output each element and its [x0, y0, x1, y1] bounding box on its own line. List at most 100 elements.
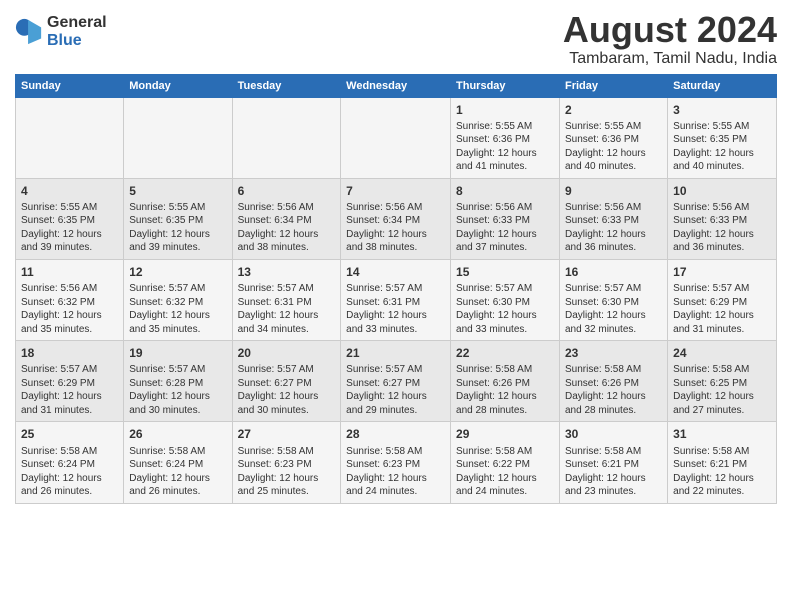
day-info: Sunrise: 5:57 AM Sunset: 6:29 PM Dayligh…: [21, 363, 118, 417]
day-number: 27: [238, 426, 336, 442]
calendar-cell: [232, 97, 341, 178]
day-info: Sunrise: 5:58 AM Sunset: 6:26 PM Dayligh…: [565, 363, 662, 417]
logo: General Blue: [15, 14, 107, 49]
calendar-cell: 18 Sunrise: 5:57 AM Sunset: 6:29 PM Dayli…: [16, 341, 124, 422]
calendar-cell: 24 Sunrise: 5:58 AM Sunset: 6:25 PM Dayli…: [668, 341, 777, 422]
day-info: Sunrise: 5:57 AM Sunset: 6:32 PM Dayligh…: [129, 282, 226, 336]
calendar-cell: 21 Sunrise: 5:57 AM Sunset: 6:27 PM Dayli…: [341, 341, 451, 422]
calendar-cell: 6 Sunrise: 5:56 AM Sunset: 6:34 PM Daylig…: [232, 178, 341, 259]
day-number: 23: [565, 345, 662, 361]
day-number: 10: [673, 183, 771, 199]
header-day-monday: Monday: [124, 74, 232, 97]
day-info: Sunrise: 5:56 AM Sunset: 6:34 PM Dayligh…: [238, 201, 336, 255]
calendar-cell: 13Sunrise: 5:57 AM Sunset: 6:31 PM Dayli…: [232, 259, 341, 340]
location-subtitle: Tambaram, Tamil Nadu, India: [563, 50, 777, 68]
day-info: Sunrise: 5:58 AM Sunset: 6:24 PM Dayligh…: [129, 445, 226, 499]
day-number: 7: [346, 183, 445, 199]
day-info: Sunrise: 5:58 AM Sunset: 6:23 PM Dayligh…: [238, 445, 336, 499]
week-row-1: 1 Sunrise: 5:55 AM Sunset: 6:36 PM Daylig…: [16, 97, 777, 178]
calendar-cell: 7 Sunrise: 5:56 AM Sunset: 6:34 PM Daylig…: [341, 178, 451, 259]
day-number: 20: [238, 345, 336, 361]
header-day-sunday: Sunday: [16, 74, 124, 97]
day-info: Sunrise: 5:57 AM Sunset: 6:28 PM Dayligh…: [129, 363, 226, 417]
day-number: 31: [673, 426, 771, 442]
day-number: 4: [21, 183, 118, 199]
header-row: SundayMondayTuesdayWednesdayThursdayFrid…: [16, 74, 777, 97]
title-area: August 2024 Tambaram, Tamil Nadu, India: [563, 10, 777, 68]
calendar-cell: 16 Sunrise: 5:57 AM Sunset: 6:30 PM Dayli…: [560, 259, 668, 340]
day-info: Sunrise: 5:55 AM Sunset: 6:35 PM Dayligh…: [21, 201, 118, 255]
day-number: 16: [565, 264, 662, 280]
calendar-cell: 2Sunrise: 5:55 AM Sunset: 6:36 PM Daylig…: [560, 97, 668, 178]
day-number: 14: [346, 264, 445, 280]
day-info: Sunrise: 5:58 AM Sunset: 6:24 PM Dayligh…: [21, 445, 118, 499]
day-info: Sunrise: 5:57 AM Sunset: 6:30 PM Dayligh…: [565, 282, 662, 336]
day-number: 3: [673, 102, 771, 118]
day-number: 29: [456, 426, 554, 442]
calendar-cell: 11 Sunrise: 5:56 AM Sunset: 6:32 PM Dayli…: [16, 259, 124, 340]
day-number: 6: [238, 183, 336, 199]
day-info: Sunrise: 5:56 AM Sunset: 6:34 PM Dayligh…: [346, 201, 445, 255]
month-title: August 2024: [563, 10, 777, 50]
day-number: 21: [346, 345, 445, 361]
day-info: Sunrise: 5:58 AM Sunset: 6:21 PM Dayligh…: [673, 445, 771, 499]
day-info: Sunrise: 5:56 AM Sunset: 6:33 PM Dayligh…: [565, 201, 662, 255]
day-info: Sunrise: 5:55 AM Sunset: 6:35 PM Dayligh…: [129, 201, 226, 255]
logo-blue-label: Blue: [47, 32, 107, 50]
day-number: 2: [565, 102, 662, 118]
day-info: Sunrise: 5:57 AM Sunset: 6:29 PM Dayligh…: [673, 282, 771, 336]
header-day-tuesday: Tuesday: [232, 74, 341, 97]
calendar-cell: 14 Sunrise: 5:57 AM Sunset: 6:31 PM Dayli…: [341, 259, 451, 340]
calendar-cell: 22Sunrise: 5:58 AM Sunset: 6:26 PM Dayli…: [451, 341, 560, 422]
day-info: Sunrise: 5:55 AM Sunset: 6:35 PM Dayligh…: [673, 120, 771, 174]
day-number: 25: [21, 426, 118, 442]
day-number: 18: [21, 345, 118, 361]
week-row-5: 25 Sunrise: 5:58 AM Sunset: 6:24 PM Dayli…: [16, 422, 777, 503]
day-number: 5: [129, 183, 226, 199]
day-number: 9: [565, 183, 662, 199]
calendar-cell: 5 Sunrise: 5:55 AM Sunset: 6:35 PM Daylig…: [124, 178, 232, 259]
calendar-cell: 12 Sunrise: 5:57 AM Sunset: 6:32 PM Dayli…: [124, 259, 232, 340]
calendar-cell: [341, 97, 451, 178]
calendar-cell: 28 Sunrise: 5:58 AM Sunset: 6:23 PM Dayli…: [341, 422, 451, 503]
header-day-wednesday: Wednesday: [341, 74, 451, 97]
day-info: Sunrise: 5:57 AM Sunset: 6:27 PM Dayligh…: [346, 363, 445, 417]
day-number: 22: [456, 345, 554, 361]
calendar-cell: 8 Sunrise: 5:56 AM Sunset: 6:33 PM Daylig…: [451, 178, 560, 259]
day-number: 12: [129, 264, 226, 280]
day-info: Sunrise: 5:55 AM Sunset: 6:36 PM Dayligh…: [456, 120, 554, 174]
logo-text: General Blue: [47, 14, 107, 49]
day-number: 15: [456, 264, 554, 280]
calendar-cell: [16, 97, 124, 178]
day-info: Sunrise: 5:58 AM Sunset: 6:22 PM Dayligh…: [456, 445, 554, 499]
day-number: 19: [129, 345, 226, 361]
day-number: 24: [673, 345, 771, 361]
day-number: 8: [456, 183, 554, 199]
calendar-cell: 23 Sunrise: 5:58 AM Sunset: 6:26 PM Dayli…: [560, 341, 668, 422]
calendar-cell: 17Sunrise: 5:57 AM Sunset: 6:29 PM Dayli…: [668, 259, 777, 340]
day-number: 1: [456, 102, 554, 118]
calendar-cell: 30 Sunrise: 5:58 AM Sunset: 6:21 PM Dayli…: [560, 422, 668, 503]
day-info: Sunrise: 5:58 AM Sunset: 6:21 PM Dayligh…: [565, 445, 662, 499]
day-info: Sunrise: 5:57 AM Sunset: 6:30 PM Dayligh…: [456, 282, 554, 336]
calendar-cell: 10Sunrise: 5:56 AM Sunset: 6:33 PM Dayli…: [668, 178, 777, 259]
day-number: 28: [346, 426, 445, 442]
day-info: Sunrise: 5:58 AM Sunset: 6:23 PM Dayligh…: [346, 445, 445, 499]
calendar-cell: 27 Sunrise: 5:58 AM Sunset: 6:23 PM Dayli…: [232, 422, 341, 503]
week-row-2: 4 Sunrise: 5:55 AM Sunset: 6:35 PM Daylig…: [16, 178, 777, 259]
day-number: 30: [565, 426, 662, 442]
day-info: Sunrise: 5:57 AM Sunset: 6:27 PM Dayligh…: [238, 363, 336, 417]
day-info: Sunrise: 5:56 AM Sunset: 6:33 PM Dayligh…: [456, 201, 554, 255]
header-day-thursday: Thursday: [451, 74, 560, 97]
logo-general-label: General: [47, 14, 107, 32]
day-info: Sunrise: 5:58 AM Sunset: 6:25 PM Dayligh…: [673, 363, 771, 417]
calendar-cell: 15 Sunrise: 5:57 AM Sunset: 6:30 PM Dayli…: [451, 259, 560, 340]
calendar-cell: 19 Sunrise: 5:57 AM Sunset: 6:28 PM Dayli…: [124, 341, 232, 422]
day-info: Sunrise: 5:57 AM Sunset: 6:31 PM Dayligh…: [346, 282, 445, 336]
calendar-cell: 9 Sunrise: 5:56 AM Sunset: 6:33 PM Daylig…: [560, 178, 668, 259]
calendar-cell: [124, 97, 232, 178]
header-day-saturday: Saturday: [668, 74, 777, 97]
day-info: Sunrise: 5:56 AM Sunset: 6:32 PM Dayligh…: [21, 282, 118, 336]
day-number: 11: [21, 264, 118, 280]
day-info: Sunrise: 5:57 AM Sunset: 6:31 PM Dayligh…: [238, 282, 336, 336]
